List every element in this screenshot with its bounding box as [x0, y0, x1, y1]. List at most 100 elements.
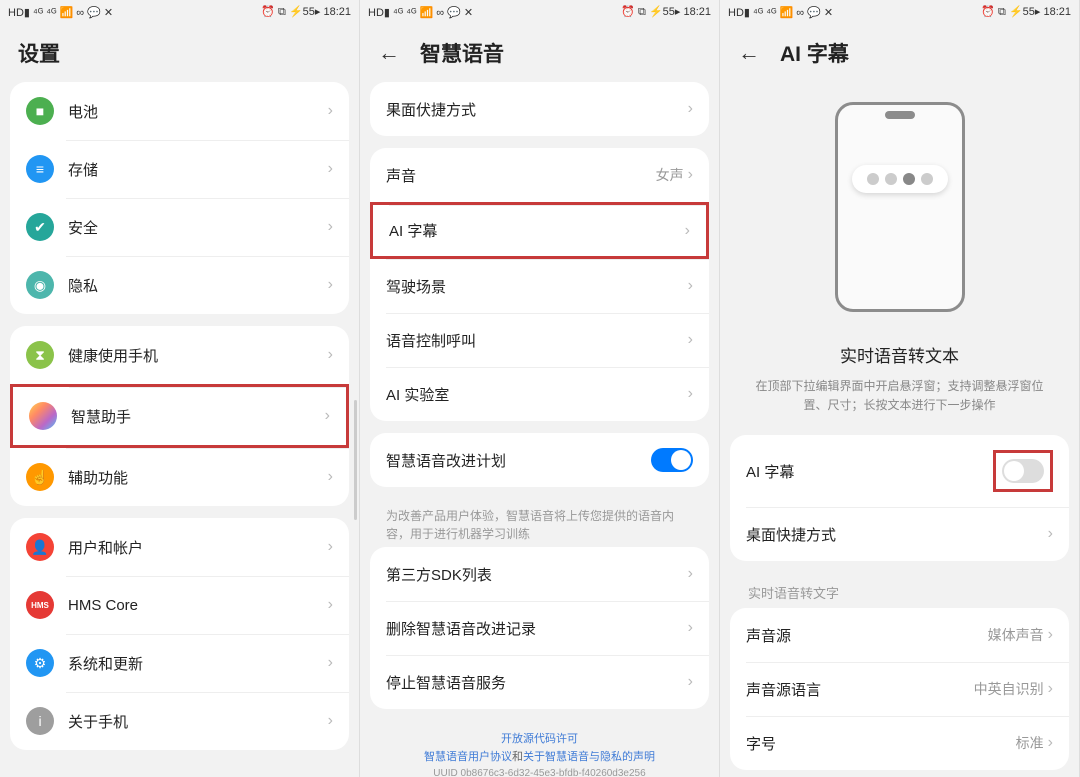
- row-ai-subtitle-toggle[interactable]: AI 字幕: [730, 435, 1069, 507]
- chevron-right-icon: ›: [688, 385, 693, 403]
- section-label: 实时语音转文字: [730, 573, 1069, 608]
- chevron-right-icon: ›: [688, 619, 693, 637]
- row-label: 驾驶场景: [386, 276, 688, 297]
- settings-row[interactable]: ■ 电池›: [10, 82, 349, 140]
- row-icon: ✔: [26, 213, 54, 241]
- row-desktop-shortcut[interactable]: 桌面快捷方式 ›: [730, 507, 1069, 561]
- chevron-right-icon: ›: [328, 468, 333, 486]
- settings-row[interactable]: AI 实验室›: [370, 367, 709, 421]
- row-label: 语音控制呼叫: [386, 330, 688, 351]
- row-label: 关于手机: [68, 711, 328, 732]
- phone-mockup-icon: [835, 102, 965, 312]
- chevron-right-icon: ›: [328, 346, 333, 364]
- promo-desc: 在顶部下拉编辑界面中开启悬浮窗；支持调整悬浮窗位置、尺寸；长按文本进行下一步操作: [754, 377, 1045, 415]
- settings-row[interactable]: AI 字幕›: [370, 202, 709, 259]
- chevron-right-icon: ›: [325, 407, 330, 425]
- settings-row[interactable]: 删除智慧语音改进记录›: [370, 601, 709, 655]
- link-user-agreement[interactable]: 智慧语音用户协议: [424, 751, 512, 763]
- status-right: ⏰ ⧉ ⚡55▸ 18:21: [261, 5, 351, 19]
- settings-row[interactable]: HMSHMS Core›: [10, 576, 349, 634]
- row-desktop-shortcut[interactable]: 果面伏捷方式 ›: [370, 82, 709, 136]
- settings-row[interactable]: 声音源媒体声音›: [730, 608, 1069, 662]
- row-icon: ⚙: [26, 649, 54, 677]
- row-value: 标准: [1016, 733, 1044, 753]
- row-icon: [29, 402, 57, 430]
- chevron-right-icon: ›: [328, 596, 333, 614]
- settings-row[interactable]: i 关于手机›: [10, 692, 349, 750]
- content[interactable]: 实时语音转文本 在顶部下拉编辑界面中开启悬浮窗；支持调整悬浮窗位置、尺寸；长按文…: [720, 82, 1079, 777]
- chevron-right-icon: ›: [688, 277, 693, 295]
- status-right: ⏰ ⧉ ⚡55▸ 18:21: [981, 5, 1071, 19]
- settings-row[interactable]: 声音源语言中英自识别›: [730, 662, 1069, 716]
- settings-row[interactable]: ⚙系统和更新›: [10, 634, 349, 692]
- settings-row[interactable]: 驾驶场景›: [370, 259, 709, 313]
- row-label: AI 实验室: [386, 384, 688, 405]
- back-icon[interactable]: ←: [378, 40, 400, 66]
- chevron-right-icon: ›: [1048, 680, 1053, 698]
- promo-title: 实时语音转文本: [754, 342, 1045, 367]
- chevron-right-icon: ›: [688, 100, 693, 118]
- settings-row[interactable]: 👤用户和帐户›: [10, 518, 349, 576]
- row-label: HMS Core: [68, 597, 328, 614]
- settings-row[interactable]: 声音女声›: [370, 148, 709, 202]
- row-icon: ≡: [26, 155, 54, 183]
- toggle-highlight: [993, 450, 1053, 492]
- row-label: 声音源: [746, 625, 988, 646]
- chevron-right-icon: ›: [688, 565, 693, 583]
- chevron-right-icon: ›: [688, 331, 693, 349]
- link-privacy[interactable]: 关于智慧语音与隐私的声明: [523, 751, 655, 763]
- chevron-right-icon: ›: [685, 222, 690, 240]
- row-icon: ◉: [26, 271, 54, 299]
- settings-row[interactable]: 停止智慧语音服务›: [370, 655, 709, 709]
- status-left: HD▮ ⁴ᴳ ⁴ᴳ 📶 ∞ 💬 ✕: [368, 6, 473, 19]
- status-bar: HD▮ ⁴ᴳ ⁴ᴳ 📶 ∞ 💬 ✕ ⏰ ⧉ ⚡55▸ 18:21: [720, 0, 1079, 24]
- status-bar: HD▮ ⁴ᴳ ⁴ᴳ 📶 ∞ 💬 ✕ ⏰ ⧉ ⚡55▸ 18:21: [0, 0, 359, 24]
- row-label: 用户和帐户: [68, 537, 328, 558]
- illustration: [730, 82, 1069, 322]
- row-label: 电池: [68, 101, 328, 122]
- settings-row[interactable]: ☝辅助功能›: [10, 448, 349, 506]
- chevron-right-icon: ›: [688, 166, 693, 184]
- row-improvement-plan[interactable]: 智慧语音改进计划: [370, 433, 709, 487]
- settings-row[interactable]: ✔安全›: [10, 198, 349, 256]
- row-label: 声音: [386, 165, 656, 186]
- row-icon: ■: [26, 97, 54, 125]
- row-value: 媒体声音: [988, 625, 1044, 645]
- scrollbar[interactable]: [354, 400, 357, 520]
- settings-row[interactable]: 第三方SDK列表›: [370, 547, 709, 601]
- settings-row[interactable]: 智慧助手›: [10, 384, 349, 448]
- row-icon: ☝: [26, 463, 54, 491]
- chevron-right-icon: ›: [328, 102, 333, 120]
- status-left: HD▮ ⁴ᴳ ⁴ᴳ 📶 ∞ 💬 ✕: [8, 6, 113, 19]
- row-label: 存储: [68, 159, 328, 180]
- settings-row[interactable]: ≡存储›: [10, 140, 349, 198]
- settings-row[interactable]: ◉ 隐私›: [10, 256, 349, 314]
- header: ← AI 字幕: [720, 24, 1079, 82]
- content[interactable]: 果面伏捷方式 › 声音女声›AI 字幕›驾驶场景›语音控制呼叫›AI 实验室› …: [360, 82, 719, 777]
- toggle-ai-subtitle[interactable]: [1002, 459, 1044, 483]
- status-left: HD▮ ⁴ᴳ ⁴ᴳ 📶 ∞ 💬 ✕: [728, 6, 833, 19]
- row-icon: i: [26, 707, 54, 735]
- row-label: 声音源语言: [746, 679, 974, 700]
- row-label: 智慧助手: [71, 406, 325, 427]
- row-label: 隐私: [68, 275, 328, 296]
- footer: 开放源代码许可 智慧语音用户协议和关于智慧语音与隐私的声明 UUID 0b867…: [370, 721, 709, 777]
- content[interactable]: ■电池›≡存储›✔安全›◉隐私› ⧗健康使用手机›智慧助手›☝辅助功能› 👤用户…: [0, 82, 359, 777]
- row-label: 字号: [746, 733, 1016, 754]
- row-label: 健康使用手机: [68, 345, 328, 366]
- row-label: AI 字幕: [389, 220, 685, 241]
- toggle-improvement-plan[interactable]: [651, 448, 693, 472]
- chevron-right-icon: ›: [328, 276, 333, 294]
- back-icon[interactable]: ←: [738, 40, 760, 66]
- settings-row[interactable]: 语音控制呼叫›: [370, 313, 709, 367]
- chevron-right-icon: ›: [328, 712, 333, 730]
- link-open-source[interactable]: 开放源代码许可: [390, 731, 689, 749]
- page-title: 设置: [18, 38, 60, 68]
- settings-row[interactable]: 字号标准›: [730, 716, 1069, 770]
- page-title: AI 字幕: [780, 38, 849, 68]
- chevron-right-icon: ›: [328, 218, 333, 236]
- settings-row[interactable]: ⧗健康使用手机›: [10, 326, 349, 384]
- screen-settings: HD▮ ⁴ᴳ ⁴ᴳ 📶 ∞ 💬 ✕ ⏰ ⧉ ⚡55▸ 18:21 设置 ■电池›…: [0, 0, 360, 777]
- screen-smart-voice: HD▮ ⁴ᴳ ⁴ᴳ 📶 ∞ 💬 ✕ ⏰ ⧉ ⚡55▸ 18:21 ← 智慧语音 …: [360, 0, 720, 777]
- promo-block: 实时语音转文本 在顶部下拉编辑界面中开启悬浮窗；支持调整悬浮窗位置、尺寸；长按文…: [730, 322, 1069, 435]
